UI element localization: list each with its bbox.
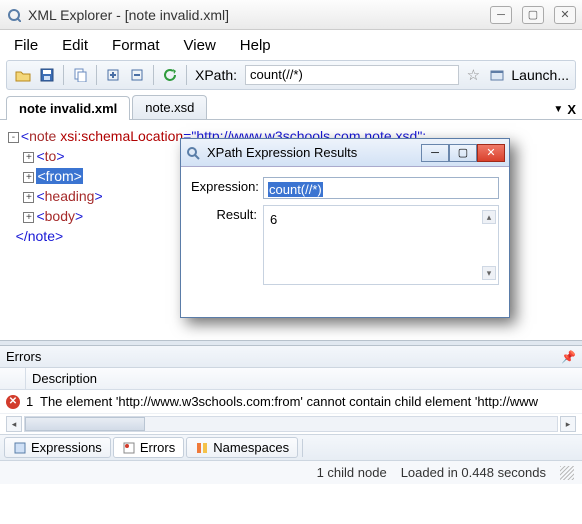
xpath-input[interactable]: count(//*) <box>245 65 459 85</box>
separator <box>186 65 187 85</box>
tab-label: note.xsd <box>145 100 194 115</box>
xpath-results-dialog: XPath Expression Results ─ ▢ ✕ Expressio… <box>180 138 510 318</box>
save-icon[interactable] <box>37 65 57 85</box>
document-tabs: note invalid.xml note.xsd ▼ X <box>0 94 582 120</box>
expression-label: Expression: <box>191 177 263 197</box>
scroll-up-icon[interactable]: ▴ <box>482 210 496 224</box>
scroll-down-icon[interactable]: ▾ <box>482 266 496 280</box>
scroll-right-icon[interactable]: ▸ <box>560 416 576 432</box>
bottom-tabstrip: Expressions Errors Namespaces <box>0 434 582 460</box>
separator <box>63 65 64 85</box>
dialog-minimize-button[interactable]: ─ <box>421 144 449 162</box>
result-value: 6 <box>270 212 277 227</box>
expand-toggle[interactable]: + <box>23 152 34 163</box>
scroll-track[interactable] <box>24 416 558 432</box>
resize-grip[interactable] <box>560 466 574 480</box>
pin-icon[interactable]: 📌 <box>561 350 576 364</box>
tab-close-icon[interactable]: X <box>567 102 576 117</box>
tab-errors[interactable]: Errors <box>113 437 184 458</box>
launch-icon[interactable] <box>487 65 507 85</box>
errors-grid-header: Description <box>0 368 582 390</box>
book-icon <box>13 441 27 455</box>
status-nodes: 1 child node <box>317 465 387 480</box>
expand-toggle[interactable]: + <box>23 212 34 223</box>
separator <box>302 439 303 457</box>
maximize-button[interactable]: ▢ <box>522 6 544 24</box>
error-description: The element 'http://www.w3schools.com:fr… <box>40 394 582 409</box>
scroll-left-icon[interactable]: ◂ <box>6 416 22 432</box>
refresh-icon[interactable] <box>160 65 180 85</box>
errors-hscrollbar[interactable]: ◂ ▸ <box>0 414 582 434</box>
tab-note-xsd[interactable]: note.xsd <box>132 95 207 119</box>
tab-label: Namespaces <box>213 440 289 455</box>
scroll-thumb[interactable] <box>25 417 145 431</box>
favorite-icon[interactable]: ☆ <box>463 65 483 85</box>
window-title: XML Explorer - [note invalid.xml] <box>28 7 490 23</box>
xpath-value: count(//*) <box>250 67 303 82</box>
tab-label: Errors <box>140 440 175 455</box>
xml-editor[interactable]: -<note xsi:schemaLocation="http://www.w3… <box>0 120 582 340</box>
dialog-close-button[interactable]: ✕ <box>477 144 505 162</box>
dialog-title: XPath Expression Results <box>207 143 421 163</box>
col-description[interactable]: Description <box>26 371 97 386</box>
dialog-titlebar[interactable]: XPath Expression Results ─ ▢ ✕ <box>181 139 509 167</box>
open-icon[interactable] <box>13 65 33 85</box>
dialog-maximize-button[interactable]: ▢ <box>449 144 477 162</box>
menu-view[interactable]: View <box>184 37 216 54</box>
expression-input[interactable]: count(//*) <box>263 177 499 199</box>
menu-edit[interactable]: Edit <box>62 37 88 54</box>
menu-format[interactable]: Format <box>112 37 160 54</box>
separator <box>96 65 97 85</box>
tab-namespaces[interactable]: Namespaces <box>186 437 298 458</box>
tab-dropdown-icon[interactable]: ▼ <box>553 104 563 115</box>
result-scrollbar[interactable]: ▴ ▾ <box>482 210 496 280</box>
dialog-icon <box>185 145 201 161</box>
menu-file[interactable]: File <box>14 37 38 54</box>
tab-expressions[interactable]: Expressions <box>4 437 111 458</box>
error-number: 1 <box>26 394 40 409</box>
tab-note-invalid[interactable]: note invalid.xml <box>6 96 130 120</box>
error-row[interactable]: ✕ 1 The element 'http://www.w3schools.co… <box>0 390 582 414</box>
errors-title: Errors <box>6 349 41 364</box>
xpath-label: XPath: <box>195 67 237 83</box>
copy-icon[interactable] <box>70 65 90 85</box>
titlebar: XML Explorer - [note invalid.xml] ─ ▢ ✕ <box>0 0 582 30</box>
errors-header: Errors 📌 <box>0 346 582 368</box>
collapse-all-icon[interactable] <box>127 65 147 85</box>
status-loaded: Loaded in 0.448 seconds <box>401 465 546 480</box>
minimize-button[interactable]: ─ <box>490 6 512 24</box>
expand-toggle[interactable]: + <box>23 172 34 183</box>
menu-help[interactable]: Help <box>240 37 271 54</box>
toolbar: XPath: count(//*) ☆ Launch... <box>6 60 576 90</box>
app-icon <box>6 7 22 23</box>
close-button[interactable]: ✕ <box>554 6 576 24</box>
result-label: Result: <box>191 205 263 225</box>
launch-label[interactable]: Launch... <box>511 67 569 83</box>
window-controls: ─ ▢ ✕ <box>490 6 576 24</box>
collapse-toggle[interactable]: - <box>8 132 19 143</box>
result-box: 6 ▴ ▾ <box>263 205 499 285</box>
error-list-icon <box>122 441 136 455</box>
separator <box>153 65 154 85</box>
expand-toggle[interactable]: + <box>23 192 34 203</box>
error-icon: ✕ <box>6 395 20 409</box>
tab-label: note invalid.xml <box>19 101 117 116</box>
tab-label: Expressions <box>31 440 102 455</box>
menubar: File Edit Format View Help <box>0 30 582 56</box>
namespace-icon <box>195 441 209 455</box>
col-num[interactable] <box>0 368 26 389</box>
statusbar: 1 child node Loaded in 0.448 seconds <box>0 460 582 484</box>
expand-all-icon[interactable] <box>103 65 123 85</box>
expression-value: count(//*) <box>268 182 323 197</box>
